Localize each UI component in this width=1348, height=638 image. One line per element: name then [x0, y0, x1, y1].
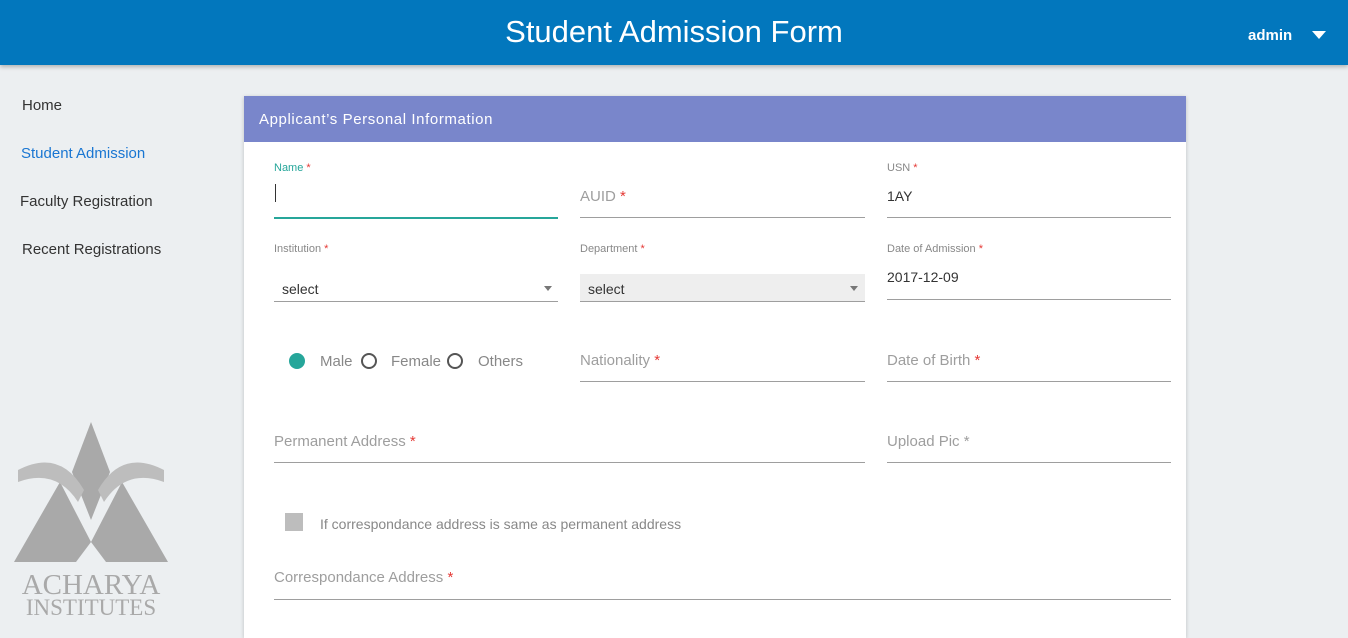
institution-select[interactable]: select: [274, 274, 558, 301]
name-underline: [274, 217, 558, 219]
permanent-address-field[interactable]: Permanent Address *: [274, 427, 865, 467]
date-of-admission-field[interactable]: Date of Admission * 2017-12-09: [887, 243, 1171, 303]
dropdown-arrow-icon: [544, 286, 552, 291]
date-of-admission-label: Date of Admission: [887, 243, 976, 255]
name-label: Name: [274, 162, 304, 174]
gender-radio-male[interactable]: [289, 353, 305, 369]
upload-pic-field[interactable]: Upload Pic *: [887, 427, 1171, 467]
usn-value: 1AY: [887, 188, 913, 204]
name-field[interactable]: Name *: [274, 162, 558, 220]
text-cursor: [275, 184, 276, 202]
sidebar-item-faculty-registration[interactable]: Faculty Registration: [20, 193, 153, 210]
gender-label-others[interactable]: Others: [478, 353, 523, 370]
chevron-down-icon[interactable]: [1312, 31, 1326, 39]
usn-field[interactable]: USN * 1AY: [887, 162, 1171, 220]
user-menu-label[interactable]: admin: [1248, 27, 1292, 44]
gender-label-male[interactable]: Male: [320, 353, 353, 370]
page-title: Student Admission Form: [505, 14, 843, 49]
department-field: Department * select: [580, 243, 865, 303]
gender-label-female[interactable]: Female: [391, 353, 441, 370]
nationality-field[interactable]: Nationality *: [580, 346, 865, 386]
upload-pic-placeholder: Upload Pic: [887, 433, 960, 450]
correspondence-address-placeholder: Correspondance Address: [274, 569, 444, 586]
gender-radio-others[interactable]: [447, 353, 463, 369]
institution-label: Institution: [274, 243, 322, 255]
same-address-label[interactable]: If correspondance address is same as per…: [320, 516, 681, 532]
auid-field[interactable]: AUID *: [580, 162, 865, 220]
sidebar-item-home[interactable]: Home: [22, 97, 62, 114]
usn-label: USN: [887, 162, 911, 174]
gender-radio-female[interactable]: [361, 353, 377, 369]
permanent-address-placeholder: Permanent Address: [274, 433, 406, 450]
auid-placeholder: AUID: [580, 188, 616, 205]
sidebar-item-recent-registrations[interactable]: Recent Registrations: [22, 241, 161, 258]
date-of-birth-field[interactable]: Date of Birth *: [887, 346, 1171, 386]
logo-text-line2: INSTITUTES: [26, 595, 156, 620]
admission-form-card: Applicant’s Personal Information Name * …: [244, 96, 1186, 638]
department-label: Department: [580, 243, 638, 255]
acharya-logo: ACHARYA INSTITUTES: [14, 422, 168, 620]
date-of-birth-placeholder: Date of Birth: [887, 352, 971, 369]
correspondence-address-field[interactable]: Correspondance Address *: [274, 563, 1171, 603]
department-select[interactable]: select: [580, 274, 865, 301]
nationality-placeholder: Nationality: [580, 352, 651, 369]
date-of-admission-value: 2017-12-09: [887, 269, 959, 285]
same-address-checkbox[interactable]: [285, 513, 303, 531]
sidebar-item-student-admission[interactable]: Student Admission: [21, 145, 145, 162]
dropdown-arrow-icon: [850, 286, 858, 291]
institution-field: Institution * select: [274, 243, 558, 303]
top-app-bar: Student Admission Form admin: [0, 0, 1348, 65]
section-header: Applicant’s Personal Information: [244, 96, 1186, 142]
